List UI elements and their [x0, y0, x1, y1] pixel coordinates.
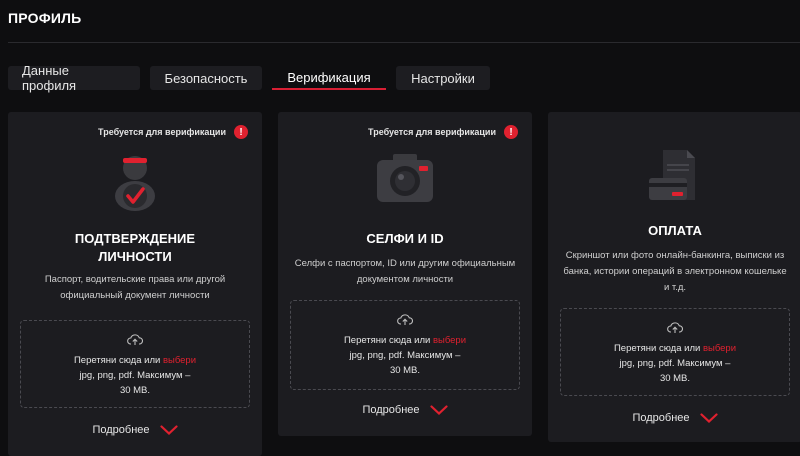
dropzone-hint: Перетяни сюда или: [73, 355, 163, 366]
tab-verification[interactable]: Верификация: [272, 66, 386, 90]
profile-tabs: Данные профиля Безопасность Верификация …: [8, 63, 500, 93]
file-dropzone[interactable]: Перетяни сюда или выбери jpg, png, pdf. …: [20, 320, 250, 408]
tab-security[interactable]: Безопасность: [150, 66, 262, 90]
dropzone-text: Перетяни сюда или выбери jpg, png, pdf. …: [299, 333, 511, 378]
card-desc-line: и т.д.: [663, 282, 687, 293]
warning-badge-icon: !: [234, 125, 248, 139]
dropzone-formats: jpg, png, pdf. Максимум –: [79, 370, 191, 381]
select-file-link[interactable]: выбери: [163, 355, 196, 366]
dropzone-hint: Перетяни сюда или: [343, 335, 433, 346]
cloud-upload-icon: [667, 322, 683, 333]
more-label: Подробнее: [92, 424, 150, 436]
card-description: Скриншот или фото онлайн-банкинга, выпис…: [562, 248, 788, 296]
warning-badge-icon: !: [504, 125, 518, 139]
card-desc-line: Селфи с паспортом, ID или другим официал…: [294, 258, 516, 269]
page-title: ПРОФИЛЬ: [8, 10, 82, 26]
dropzone-formats: jpg, png, pdf. Максимум –: [349, 350, 461, 361]
identity-verification-card: Требуется для верификации ! ПОДТВЕРЖДЕНИ…: [8, 112, 262, 456]
cloud-upload-icon: [127, 334, 143, 345]
card-title: ПОДТВЕРЖДЕНИЕ ЛИЧНОСТИ: [18, 230, 252, 266]
card-description: Паспорт, водительские права или другой о…: [22, 272, 248, 304]
card-title: СЕЛФИ И ID: [366, 231, 444, 246]
dropzone-formats: jpg, png, pdf. Максимум –: [619, 358, 731, 369]
chevron-down-icon: [699, 413, 718, 423]
select-file-link[interactable]: выбери: [703, 343, 736, 354]
more-button[interactable]: Подробнее: [8, 424, 262, 436]
card-title-line: ЛИЧНОСТИ: [98, 249, 172, 264]
card-description: Селфи с паспортом, ID или другим официал…: [292, 256, 518, 288]
dropzone-size: 30 MB.: [659, 373, 691, 384]
payment-card: ОПЛАТА Скриншот или фото онлайн-банкинга…: [548, 112, 800, 442]
more-label: Подробнее: [362, 404, 420, 416]
verified-user-icon: [115, 156, 155, 211]
card-desc-line: документом личности: [356, 274, 454, 285]
more-button[interactable]: Подробнее: [548, 412, 800, 424]
more-button[interactable]: Подробнее: [278, 404, 532, 416]
select-file-link[interactable]: выбери: [433, 335, 466, 346]
dropzone-hint: Перетяни сюда или: [613, 343, 703, 354]
file-dropzone[interactable]: Перетяни сюда или выбери jpg, png, pdf. …: [560, 308, 790, 396]
required-notice: Требуется для верификации !: [368, 125, 518, 139]
tab-profile-data[interactable]: Данные профиля: [8, 63, 140, 93]
more-label: Подробнее: [632, 412, 690, 424]
card-title: ОПЛАТА: [648, 223, 702, 238]
required-label: Требуется для верификации: [98, 127, 226, 137]
card-desc-line: банка, истории операций в электронном ко…: [563, 266, 787, 277]
tab-settings[interactable]: Настройки: [396, 66, 490, 90]
chevron-down-icon: [429, 405, 448, 415]
dropzone-text: Перетяни сюда или выбери jpg, png, pdf. …: [29, 353, 241, 398]
cloud-upload-icon: [397, 314, 413, 325]
card-desc-line: Паспорт, водительские права или другой: [44, 274, 226, 285]
card-desc-line: официальный документ личности: [60, 290, 210, 301]
dropzone-size: 30 MB.: [389, 365, 421, 376]
chevron-down-icon: [159, 425, 178, 435]
header-divider: [8, 42, 800, 43]
required-label: Требуется для верификации: [368, 127, 496, 137]
dropzone-text: Перетяни сюда или выбери jpg, png, pdf. …: [569, 341, 781, 386]
required-notice: Требуется для верификации !: [98, 125, 248, 139]
card-title-line: ПОДТВЕРЖДЕНИЕ: [74, 231, 196, 246]
file-dropzone[interactable]: Перетяни сюда или выбери jpg, png, pdf. …: [290, 300, 520, 390]
camera-icon: [377, 154, 433, 202]
selfie-id-card: Требуется для верификации ! СЕЛФИ И ID С…: [278, 112, 532, 436]
payment-document-icon: [649, 150, 695, 200]
card-desc-line: Скриншот или фото онлайн-банкинга, выпис…: [565, 250, 785, 261]
dropzone-size: 30 MB.: [119, 385, 151, 396]
